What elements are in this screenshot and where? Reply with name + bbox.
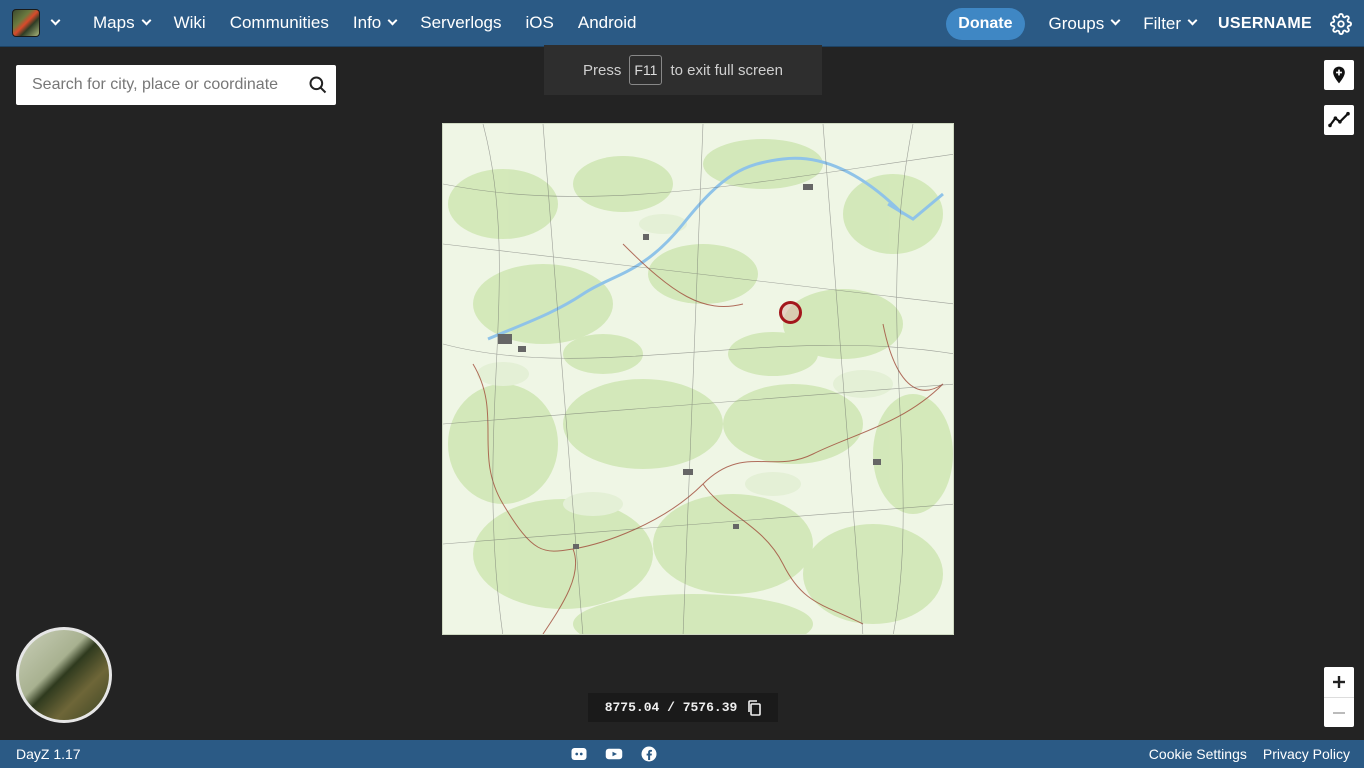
app-logo[interactable]: [12, 9, 40, 37]
zoom-out-button[interactable]: [1324, 697, 1354, 727]
search-box: [16, 65, 336, 105]
nav-label: Info: [352, 13, 382, 32]
line-chart-icon: [1328, 111, 1350, 128]
fullscreen-hint-text: to exit full screen: [670, 61, 783, 79]
nav-right: Donate Groups Filter USERNAME: [946, 0, 1364, 47]
map-canvas[interactable]: [442, 123, 954, 635]
filter-dropdown[interactable]: Filter: [1131, 14, 1208, 34]
facebook-icon[interactable]: [640, 745, 658, 763]
nav-label: Maps: [93, 13, 135, 32]
coordinate-readout: 8775.04 / 7576.39: [588, 693, 778, 722]
groups-label: Groups: [1048, 13, 1105, 33]
youtube-icon[interactable]: [604, 745, 624, 763]
nav-label: Serverlogs: [420, 13, 502, 32]
chevron-down-icon: [1110, 15, 1121, 26]
zoom-control: [1324, 667, 1354, 727]
version-label: DayZ 1.17: [16, 746, 81, 762]
chevron-down-icon: [141, 15, 152, 25]
username-link[interactable]: USERNAME: [1218, 15, 1312, 33]
layer-switcher-minimap[interactable]: [16, 627, 112, 723]
chevron-down-icon: [1187, 15, 1198, 26]
minus-icon: [1333, 711, 1345, 714]
chevron-down-icon: [387, 15, 398, 25]
gear-icon[interactable]: [1330, 12, 1352, 35]
main-nav: Maps Wiki Communities Info Serverlogs iO…: [81, 13, 648, 33]
position-marker[interactable]: [779, 301, 802, 324]
nav-label: iOS: [525, 13, 554, 32]
fullscreen-hint: Press F11 to exit full screen: [544, 45, 822, 95]
search-icon[interactable]: [308, 75, 328, 95]
copy-icon[interactable]: [747, 699, 762, 716]
nav-item-communities[interactable]: Communities: [218, 13, 341, 33]
nav-item-serverlogs[interactable]: Serverlogs: [408, 13, 513, 33]
nav-item-maps[interactable]: Maps: [81, 13, 162, 33]
search-input[interactable]: [32, 76, 294, 94]
footer-bar: DayZ 1.17 Cookie Settings Privacy Policy: [0, 740, 1364, 768]
donate-button[interactable]: Donate: [946, 7, 1025, 40]
groups-dropdown[interactable]: Groups: [1037, 14, 1132, 34]
nav-item-info[interactable]: Info: [341, 13, 408, 33]
nav-item-ios[interactable]: iOS: [514, 13, 566, 33]
privacy-policy-link[interactable]: Privacy Policy: [1263, 746, 1350, 762]
social-links: [570, 745, 658, 763]
plus-icon: [1333, 676, 1345, 688]
add-marker-button[interactable]: [1324, 60, 1354, 90]
discord-icon[interactable]: [570, 745, 588, 763]
cookie-settings-link[interactable]: Cookie Settings: [1149, 746, 1247, 762]
map-terrain: [443, 124, 953, 634]
filter-label: Filter: [1143, 13, 1182, 33]
zoom-in-button[interactable]: [1324, 667, 1354, 697]
nav-label: Android: [577, 13, 637, 32]
top-navbar: Maps Wiki Communities Info Serverlogs iO…: [0, 0, 1364, 47]
map-pin-plus-icon: [1333, 66, 1345, 84]
fullscreen-hint-text: Press: [583, 61, 622, 79]
nav-item-android[interactable]: Android: [566, 13, 649, 33]
nav-label: Communities: [229, 13, 329, 32]
measure-line-button[interactable]: [1324, 105, 1354, 135]
f11-key-badge: F11: [629, 55, 663, 85]
nav-label: Wiki: [173, 13, 206, 32]
coordinate-text: 8775.04 / 7576.39: [604, 700, 738, 715]
nav-item-wiki[interactable]: Wiki: [162, 13, 218, 33]
chevron-down-icon[interactable]: [50, 15, 61, 25]
footer-links: Cookie Settings Privacy Policy: [1149, 746, 1350, 762]
